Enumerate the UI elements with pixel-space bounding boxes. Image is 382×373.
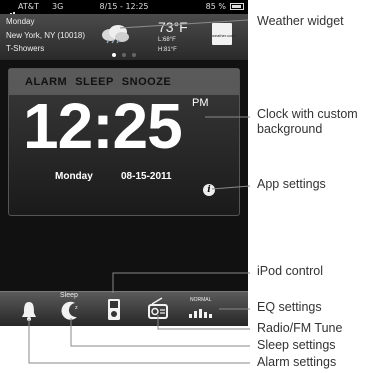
sleep-callout-line — [70, 318, 250, 347]
callout-alarm: Alarm settings — [257, 355, 337, 369]
callout-clock-line2: background — [257, 122, 323, 136]
app-settings-callout-line — [211, 185, 251, 190]
callout-app-settings: App settings — [257, 177, 326, 191]
callout-clock-line1: Clock with custom — [257, 107, 358, 121]
alarm-callout-line — [28, 319, 250, 364]
callout-ipod-control: iPod control — [257, 264, 324, 278]
ipod-callout-line — [112, 272, 250, 293]
callout-eq-settings: EQ settings — [257, 300, 322, 314]
weather-callout-line — [119, 19, 249, 29]
callout-radio: Radio/FM Tune — [257, 321, 343, 335]
callout-weather-widget: Weather widget — [257, 14, 344, 28]
callout-sleep: Sleep settings — [257, 338, 336, 352]
radio-callout-line — [157, 315, 250, 330]
